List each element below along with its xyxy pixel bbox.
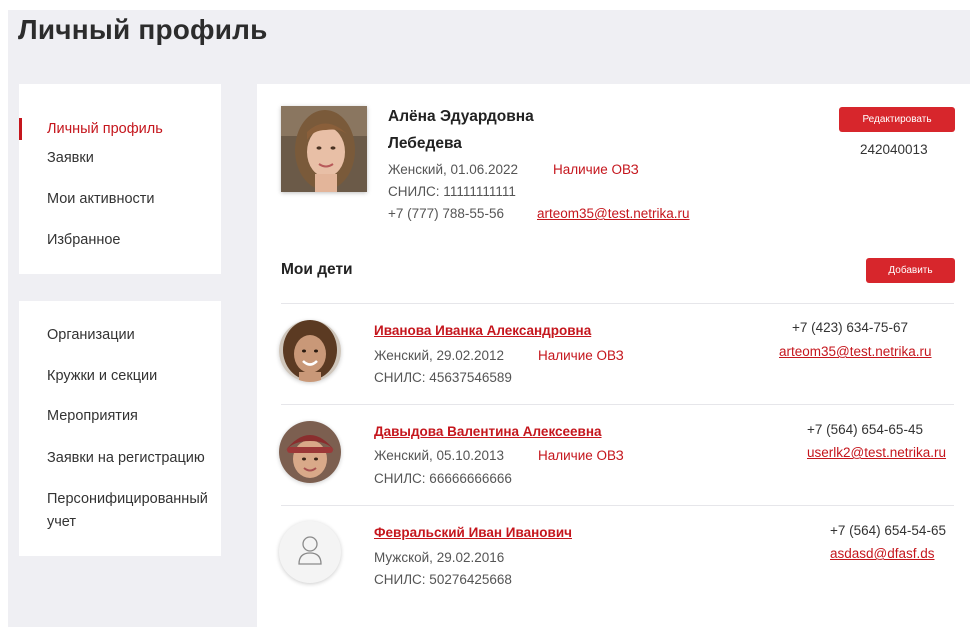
- sidebar-item-favorites[interactable]: Избранное: [47, 229, 120, 251]
- sidebar-menu-primary: Личный профиль Заявки Мои активности Изб…: [19, 84, 221, 274]
- profile-name-last: Лебедева: [388, 135, 462, 152]
- child-email-link[interactable]: arteom35@test.netrika.ru: [779, 342, 932, 362]
- edit-profile-button[interactable]: Редактировать: [839, 107, 955, 132]
- sidebar-item-profile[interactable]: Личный профиль: [47, 118, 163, 140]
- child-photo: [279, 421, 341, 483]
- profile-email-link[interactable]: arteom35@test.netrika.ru: [537, 204, 690, 224]
- profile-ovz-badge: Наличие ОВЗ: [553, 162, 639, 177]
- divider: [281, 505, 954, 506]
- child-phone: +7 (564) 654-65-45: [807, 422, 923, 437]
- child-snils: СНИЛС: 45637546589: [374, 370, 512, 385]
- sidebar-item-organizations[interactable]: Организации: [47, 324, 135, 346]
- child-email-link[interactable]: asdasd@dfasf.ds: [830, 544, 935, 564]
- profile-gender-birth: Женский, 01.06.2022: [388, 162, 519, 177]
- sidebar-item-personalized-line2[interactable]: учет: [47, 511, 76, 533]
- child-snils: СНИЛС: 66666666666: [374, 471, 512, 486]
- child-photo: [279, 320, 341, 382]
- child-name-link[interactable]: Давыдова Валентина Алексеевна: [374, 422, 602, 442]
- child-gender-birth: Мужской, 29.02.2016: [374, 550, 505, 565]
- sidebar-menu-secondary: Организации Кружки и секции Мероприятия …: [19, 301, 221, 556]
- user-outline-icon: [297, 535, 323, 570]
- child-phone: +7 (564) 654-54-65: [830, 523, 946, 538]
- child-name-link[interactable]: Иванова Иванка Александровна: [374, 321, 591, 341]
- sidebar-item-activities[interactable]: Мои активности: [47, 188, 155, 210]
- sidebar-item-registration-requests[interactable]: Заявки на регистрацию: [47, 447, 205, 469]
- profile-main-panel: Алёна Эдуардовна Лебедева Женский, 01.06…: [257, 84, 970, 627]
- child-name-link[interactable]: Февральский Иван Иванович: [374, 523, 572, 543]
- divider: [281, 404, 954, 405]
- add-child-button[interactable]: Добавить: [866, 258, 955, 283]
- sidebar-item-applications[interactable]: Заявки: [47, 147, 94, 169]
- profile-phone: +7 (777) 788-55-56: [388, 206, 504, 221]
- divider: [281, 303, 954, 304]
- child-ovz-badge: Наличие ОВЗ: [538, 448, 624, 463]
- sidebar-item-events[interactable]: Мероприятия: [47, 405, 138, 427]
- page-title: Личный профиль: [18, 14, 268, 45]
- sidebar-item-personalized[interactable]: Персонифицированный: [47, 488, 208, 510]
- child-photo-placeholder: [279, 521, 341, 583]
- child-gender-birth: Женский, 29.02.2012: [374, 348, 505, 363]
- children-section-title: Мои дети: [281, 261, 353, 278]
- profile-id-number: 242040013: [860, 142, 928, 157]
- child-ovz-badge: Наличие ОВЗ: [538, 348, 624, 363]
- profile-snils: СНИЛС: 11111111111: [388, 184, 516, 199]
- child-phone: +7 (423) 634-75-67: [792, 320, 908, 335]
- sidebar-item-clubs[interactable]: Кружки и секции: [47, 365, 157, 387]
- profile-photo: [281, 106, 367, 192]
- child-gender-birth: Женский, 05.10.2013: [374, 448, 505, 463]
- active-indicator: [19, 118, 22, 140]
- child-snils: СНИЛС: 50276425668: [374, 572, 512, 587]
- profile-name-first: Алёна Эдуардовна: [388, 108, 534, 125]
- child-email-link[interactable]: userlk2@test.netrika.ru: [807, 443, 946, 463]
